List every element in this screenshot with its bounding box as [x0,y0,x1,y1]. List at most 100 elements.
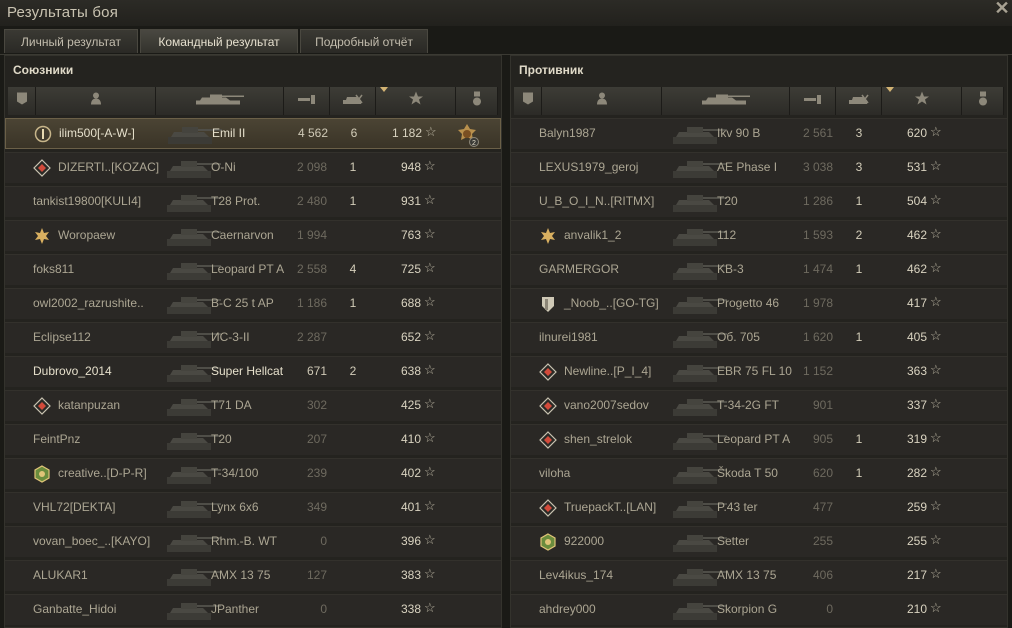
experience-value: 638 [400,364,421,378]
damage-value: 1 620 [802,330,833,344]
tank-name: AE Phase I [717,160,778,174]
diamond-icon [33,397,51,415]
player-row[interactable]: ilnurei1981 Об. 705 1 620 1 405 ☆ [511,322,1007,353]
player-name: creative..[D-P-R] [58,466,147,480]
player-name: ALUKAR1 [33,568,88,582]
tab-team-result[interactable]: Командный результат [140,29,298,53]
player-row[interactable]: FeintPnz T20 207 410 ☆ [5,424,501,455]
kills-value: 1 [855,432,863,446]
allies-col-header-player[interactable] [36,87,156,115]
tab-detailed-report[interactable]: Подробный отчёт [300,29,428,53]
damage-icon [803,92,823,110]
player-row[interactable]: Balyn1987 Ikv 90 B 2 561 3 620 ☆ [511,118,1007,149]
player-row[interactable]: VHL72[DEKTA] Lynx 6x6 349 401 ☆ [5,492,501,523]
experience-value: 531 [906,160,927,174]
player-row[interactable]: DIZERTI..[KOZAC] O-Ni 2 098 1 948 ☆ [5,152,501,183]
experience-icon [914,91,930,112]
player-row[interactable]: ilim500[-A-W-] Emil II 4 562 6 1 182 ☆ 2 [5,118,501,149]
close-icon[interactable]: ✕ [994,0,1010,17]
allies-col-header-vehicle[interactable] [156,87,284,115]
allies-col-header-damage[interactable] [284,87,330,115]
player-row[interactable]: vano2007sedov T-34-2G FT 901 337 ☆ [511,390,1007,421]
player-row[interactable]: Eclipse112 ИС-3-II 2 287 652 ☆ [5,322,501,353]
player-row[interactable]: GARMERGOR KB-3 1 474 1 462 ☆ [511,254,1007,285]
enemies-col-header-kills[interactable] [836,87,882,115]
enemies-col-header-player[interactable] [542,87,662,115]
allies-col-header-squad[interactable] [8,87,36,115]
allies-col-header-experience[interactable] [376,87,456,115]
player-row[interactable]: 922000 Setter 255 255 ☆ [511,526,1007,557]
tab-personal-result[interactable]: Личный результат [4,29,138,53]
enemies-col-header-medal[interactable] [962,87,1004,115]
clan-emblem-icon [539,533,557,551]
player-row[interactable]: Woropaew Caernarvon 1 994 763 ☆ [5,220,501,251]
experience-value: 425 [400,398,421,412]
damage-value: 2 287 [296,330,327,344]
kills-value: 2 [349,364,357,378]
tank-name: Rhm.-B. WT [211,534,277,548]
player-row[interactable]: U_B_O_I_N..[RITMX] T20 1 286 1 504 ☆ [511,186,1007,217]
enemies-col-header-experience[interactable] [882,87,962,115]
experience-value: 255 [906,534,927,548]
kills-icon [847,92,871,110]
damage-value: 1 474 [802,262,833,276]
diamond-icon [33,159,51,177]
player-row[interactable]: Newline..[P_I_4] EBR 75 FL 10 1 152 363 ☆ [511,356,1007,387]
experience-value: 282 [906,466,927,480]
diamond-icon [539,431,557,449]
experience-value: 948 [400,160,421,174]
experience-value: 401 [400,500,421,514]
damage-value: 2 558 [296,262,327,276]
player-row[interactable]: anvalik1_2 112 1 593 2 462 ☆ [511,220,1007,251]
tank-name: Emil II [212,126,246,140]
damage-value: 1 994 [296,228,327,242]
experience-value: 462 [906,228,927,242]
tank-name: T71 DA [211,398,252,412]
star-icon: ☆ [930,600,942,615]
player-row[interactable]: viloha Škoda T 50 620 1 282 ☆ [511,458,1007,489]
gold-star-icon [539,227,557,245]
allies-col-header-medal[interactable] [456,87,498,115]
damage-value: 905 [812,432,833,446]
player-row[interactable]: vovan_boec_..[KAYO] Rhm.-B. WT 0 396 ☆ [5,526,501,557]
tank-name: Leopard PT A [717,432,791,446]
tank-name: Leopard PT A [211,262,285,276]
player-name: shen_strelok [564,432,633,446]
tank-name: ИС-3-II [211,330,250,344]
experience-value: 396 [400,534,421,548]
experience-value: 763 [400,228,421,242]
tank-name: T-34-2G FT [717,398,780,412]
medal-2-icon[interactable]: 2 [455,123,479,147]
enemies-col-header-squad[interactable] [514,87,542,115]
experience-value: 210 [906,602,927,616]
player-row[interactable]: ALUKAR1 AMX 13 75 127 383 ☆ [5,560,501,591]
player-name: Dubrovo_2014 [33,364,112,378]
player-name: vovan_boec_..[KAYO] [33,534,151,548]
tank-name: Super Hellcat [211,364,284,378]
kills-value: 2 [855,228,863,242]
clan-emblem-icon [33,465,51,483]
player-row[interactable]: katanpuzan T71 DA 302 425 ☆ [5,390,501,421]
enemies-col-header-vehicle[interactable] [662,87,790,115]
player-row[interactable]: ahdrey000 Skorpion G 0 210 ☆ [511,594,1007,625]
player-row[interactable]: tankist19800[KULI4] T28 Prot. 2 480 1 931 ☆ [5,186,501,217]
player-row[interactable]: TruepackT..[LAN] P.43 ter 477 259 ☆ [511,492,1007,523]
player-row[interactable]: Dubrovo_2014 Super Hellcat 671 2 638 ☆ [5,356,501,387]
player-row[interactable]: shen_strelok Leopard PT A 905 1 319 ☆ [511,424,1007,455]
player-row[interactable]: owl2002_razrushite.. B-C 25 t AP 1 186 1 688… [5,288,501,319]
sort-indicator-icon [380,87,388,92]
player-row[interactable]: Lev4ikus_174 AMX 13 75 406 217 ☆ [511,560,1007,591]
player-name: owl2002_razrushite.. [33,296,144,310]
enemies-col-header-damage[interactable] [790,87,836,115]
tank-name: T28 Prot. [211,194,261,208]
player-row[interactable]: creative..[D-P-R] T-34/100 239 402 ☆ [5,458,501,489]
allies-col-header-kills[interactable] [330,87,376,115]
shield-icon [539,295,557,313]
window-title: Результаты боя [7,4,119,21]
damage-value: 0 [826,602,833,616]
player-row[interactable]: LEXUS1979_geroj AE Phase I 3 038 3 531 ☆ [511,152,1007,183]
player-name: Woropaew [58,228,116,242]
player-row[interactable]: _Noob_..[GO-TG] Progetto 46 1 978 417 ☆ [511,288,1007,319]
player-row[interactable]: Ganbatte_Hidoi JPanther 0 338 ☆ [5,594,501,625]
player-row[interactable]: foks811 Leopard PT A 2 558 4 725 ☆ [5,254,501,285]
